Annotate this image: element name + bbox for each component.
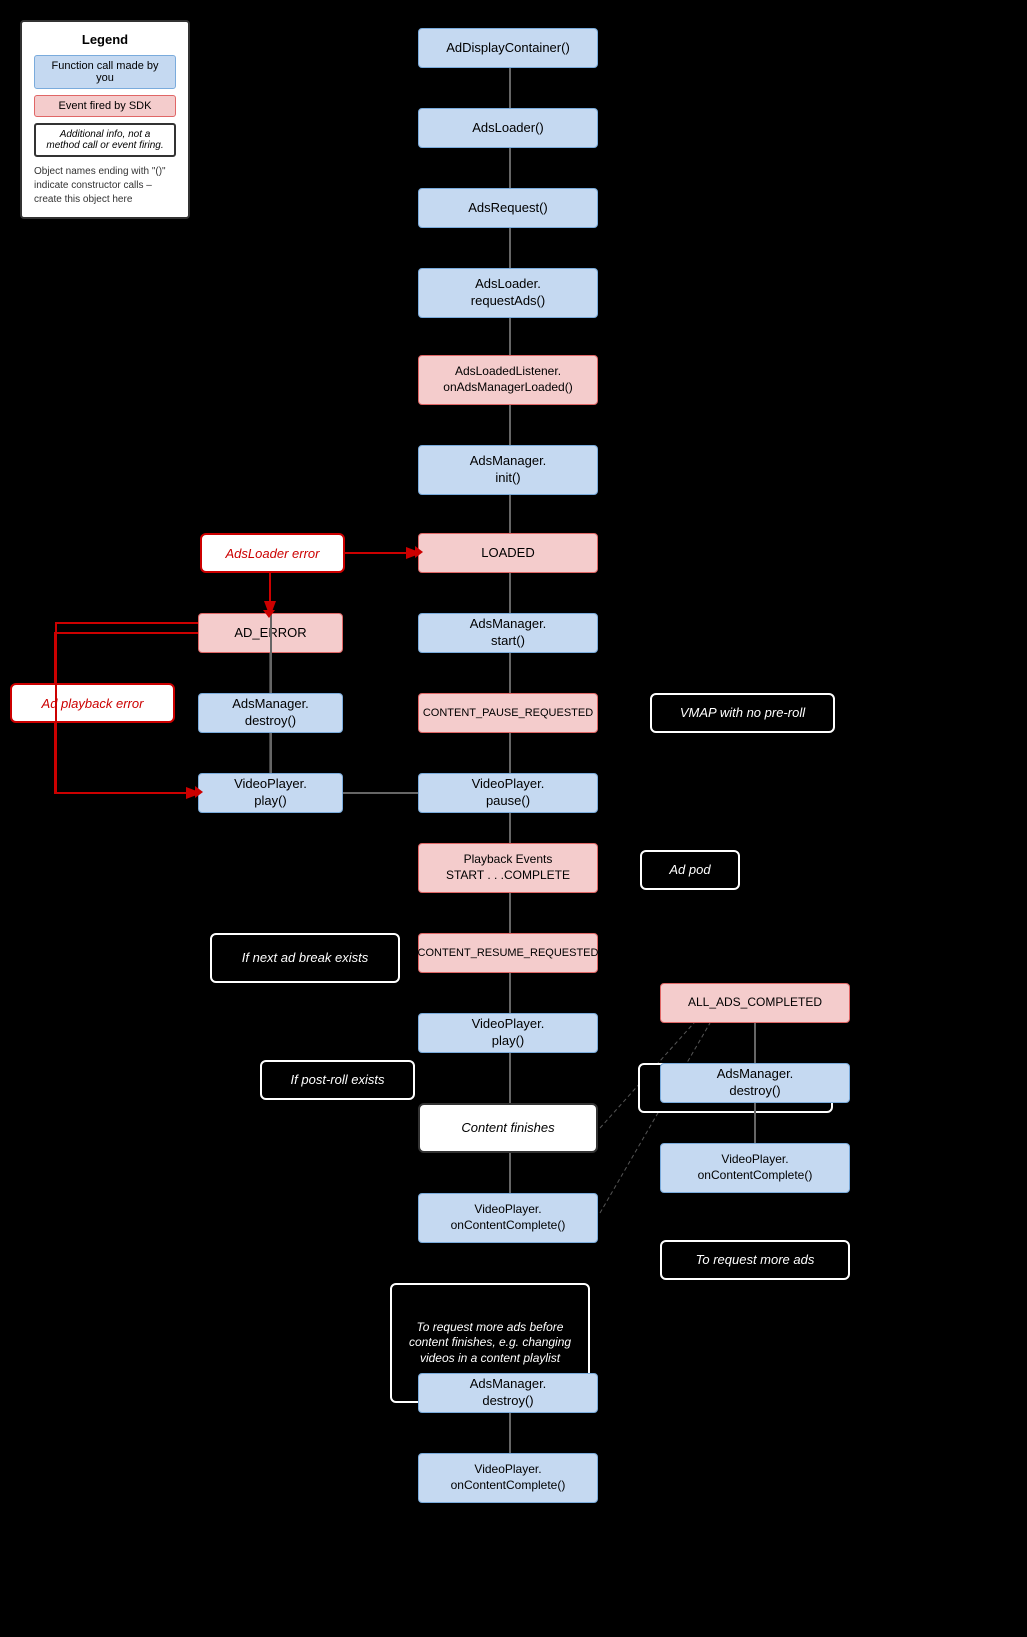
connector-destroy [270, 733, 272, 773]
connector-h-play-pause [343, 792, 418, 794]
ad-playback-error-label: Ad playback error [10, 683, 175, 723]
connector-9 [509, 733, 511, 773]
connector-7 [509, 573, 511, 613]
to-request-more-ads-box: To request more ads [660, 1240, 850, 1280]
content-resume-requested-box: CONTENT_RESUME_REQUESTED [418, 933, 598, 973]
connector-r2 [754, 1103, 756, 1143]
ads-manager-destroy1-box: AdsManager. destroy() [198, 693, 343, 733]
red-loop-h-bot [55, 792, 198, 794]
connector-4 [509, 318, 511, 355]
connector-11 [509, 893, 511, 933]
legend-title: Legend [34, 32, 176, 47]
legend: Legend Function call made by you Event f… [20, 20, 190, 219]
connector-aderror [270, 613, 272, 693]
ads-manager-init-box: AdsManager. init() [418, 445, 598, 495]
connector-5 [509, 405, 511, 445]
ads-request-box: AdsRequest() [418, 188, 598, 228]
connector-2 [509, 148, 511, 188]
ads-loaded-listener-box: AdsLoadedListener. onAdsManagerLoaded() [418, 355, 598, 405]
ad-pod-box: Ad pod [640, 850, 740, 890]
connector-6 [509, 495, 511, 533]
if-post-roll-box: If post-roll exists [260, 1060, 415, 1100]
ad-display-container-box: AdDisplayContainer() [418, 28, 598, 68]
connector-10 [509, 813, 511, 843]
video-player-play2-box: VideoPlayer. play() [418, 1013, 598, 1053]
legend-pink-item: Event fired by SDK [34, 95, 176, 117]
if-next-ad-break-box: If next ad break exists [210, 933, 400, 983]
video-player-play1-box: VideoPlayer. play() [198, 773, 343, 813]
legend-italic-item: Additional info, not a method call or ev… [34, 123, 176, 157]
legend-blue-item: Function call made by you [34, 55, 176, 89]
connector-15 [509, 1413, 511, 1453]
video-player-content-complete2-box: VideoPlayer. onContentComplete() [660, 1143, 850, 1193]
ads-manager-destroy2-box: AdsManager. destroy() [660, 1063, 850, 1103]
ads-loader-box: AdsLoader() [418, 108, 598, 148]
video-player-content-complete3-box: VideoPlayer. onContentComplete() [418, 1453, 598, 1503]
video-player-pause-box: VideoPlayer. pause() [418, 773, 598, 813]
legend-blue-box: Function call made by you [34, 55, 176, 89]
connector-3 [509, 228, 511, 268]
red-arrowhead [415, 546, 423, 558]
loaded-box: LOADED [418, 533, 598, 573]
vmap-no-preroll-box: VMAP with no pre-roll [650, 693, 835, 733]
red-loop-arrowhead [195, 786, 203, 798]
ads-manager-start-box: AdsManager. start() [418, 613, 598, 653]
red-arrow-v [269, 573, 271, 613]
diagram-container: Legend Function call made by you Event f… [0, 0, 1027, 1637]
legend-pink-box: Event fired by SDK [34, 95, 176, 117]
content-pause-requested-box: CONTENT_PAUSE_REQUESTED [418, 693, 598, 733]
connector-1 [509, 68, 511, 108]
all-ads-completed-box: ALL_ADS_COMPLETED [660, 983, 850, 1023]
legend-italic-box: Additional info, not a method call or ev… [34, 123, 176, 157]
playback-events-box: Playback Events START . . .COMPLETE [418, 843, 598, 893]
red-loop-v [55, 622, 57, 792]
video-player-content-complete1-box: VideoPlayer. onContentComplete() [418, 1193, 598, 1243]
connector-14 [509, 1153, 511, 1193]
ads-manager-destroy3-box: AdsManager. destroy() [418, 1373, 598, 1413]
red-arrowhead-v [263, 610, 275, 618]
connector-r1 [754, 1023, 756, 1063]
red-loop-h-top [55, 622, 198, 624]
ads-loader-request-box: AdsLoader. requestAds() [418, 268, 598, 318]
adsloader-error-label: AdsLoader error [200, 533, 345, 573]
legend-note: Object names ending with "()" indicate c… [34, 165, 176, 207]
red-arrow-h [345, 552, 418, 554]
connector-8 [509, 653, 511, 693]
connector-13 [509, 1053, 511, 1103]
content-finishes-box: Content finishes [418, 1103, 598, 1153]
connector-12 [509, 973, 511, 1013]
